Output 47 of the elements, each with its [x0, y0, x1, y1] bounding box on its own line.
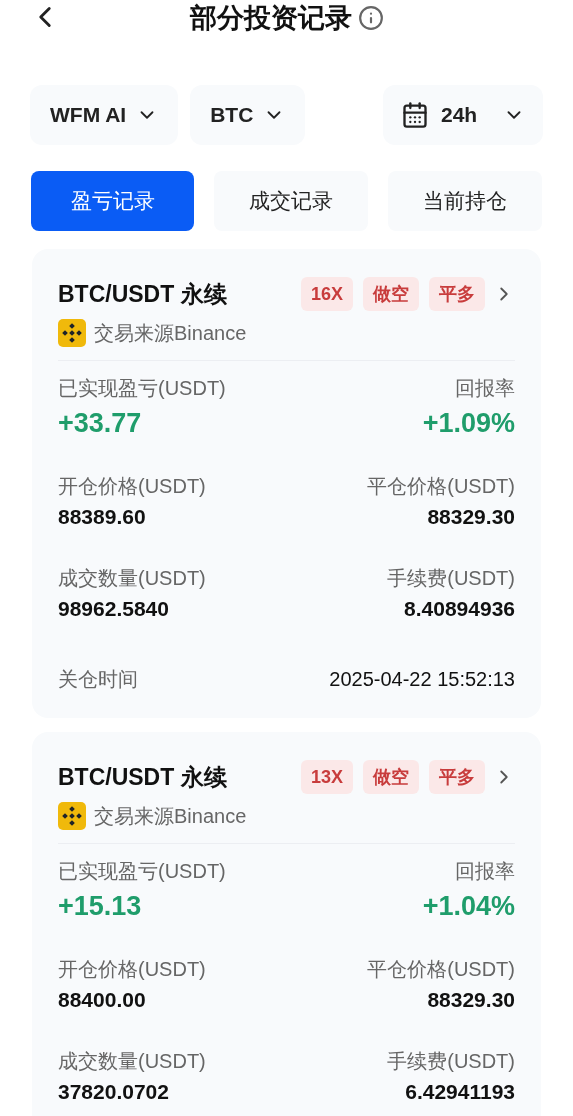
field-value: 88329.30 [426, 987, 515, 1013]
pair-title: BTC/USDT 永续 [58, 280, 227, 309]
trade-source: 交易来源Binance [94, 803, 247, 829]
time-range-dropdown[interactable]: 24h [383, 85, 543, 145]
field-value: 98962.5840 [58, 595, 170, 622]
roi-label: 回报率 [454, 375, 515, 401]
field-value: 88329.30 [426, 504, 515, 530]
field-value: 37820.0702 [58, 1078, 170, 1105]
tab[interactable]: 当前持仓 [388, 171, 542, 231]
close-time-label: 关仓时间 [58, 667, 138, 692]
pnl-value: +33.77 [58, 406, 143, 440]
close-time: 2025-04-22 15:52:13 [329, 667, 515, 692]
field-value: 8.40894936 [403, 595, 515, 622]
pnl-label: 已实现盈亏(USDT) [58, 375, 226, 401]
exchange-logo-icon [58, 801, 86, 830]
field-label: 成交数量(USDT) [58, 565, 207, 591]
calendar-icon [401, 101, 429, 129]
tag: 平多 [429, 760, 485, 795]
field-label: 开仓价格(USDT) [58, 474, 207, 499]
field-label: 成交数量(USDT) [58, 1048, 207, 1074]
field-label: 平仓价格(USDT) [366, 957, 515, 982]
field-label: 开仓价格(USDT) [58, 957, 207, 982]
tab[interactable]: 盈亏记录 [31, 171, 194, 231]
field-label: 手续费(USDT) [386, 565, 515, 591]
exchange-logo-icon [58, 318, 86, 347]
tag: 13X [300, 760, 353, 795]
field-value: 88389.60 [58, 504, 147, 530]
filter-dropdown[interactable]: WFM AI [30, 85, 179, 145]
trade-source: 交易来源Binance [94, 320, 247, 346]
info-icon[interactable] [357, 5, 384, 31]
pnl-value: +15.13 [58, 889, 143, 923]
pnl-label: 已实现盈亏(USDT) [58, 858, 226, 884]
page-title: 部分投资记录 [189, 1, 352, 35]
field-value: 88400.00 [58, 987, 147, 1013]
tab[interactable]: 成交记录 [214, 171, 368, 231]
tag: 做空 [363, 277, 419, 312]
tag: 做空 [363, 760, 419, 795]
filter-dropdown[interactable]: BTC [190, 85, 306, 145]
field-value: 6.42941193 [404, 1078, 515, 1105]
tag: 平多 [429, 277, 485, 312]
roi-value: +1.04% [422, 889, 515, 923]
roi-label: 回报率 [454, 858, 515, 884]
tag: 16X [300, 277, 353, 312]
field-label: 平仓价格(USDT) [366, 474, 515, 499]
field-label: 手续费(USDT) [386, 1048, 515, 1074]
pair-title: BTC/USDT 永续 [58, 763, 227, 792]
roi-value: +1.09% [422, 406, 515, 440]
